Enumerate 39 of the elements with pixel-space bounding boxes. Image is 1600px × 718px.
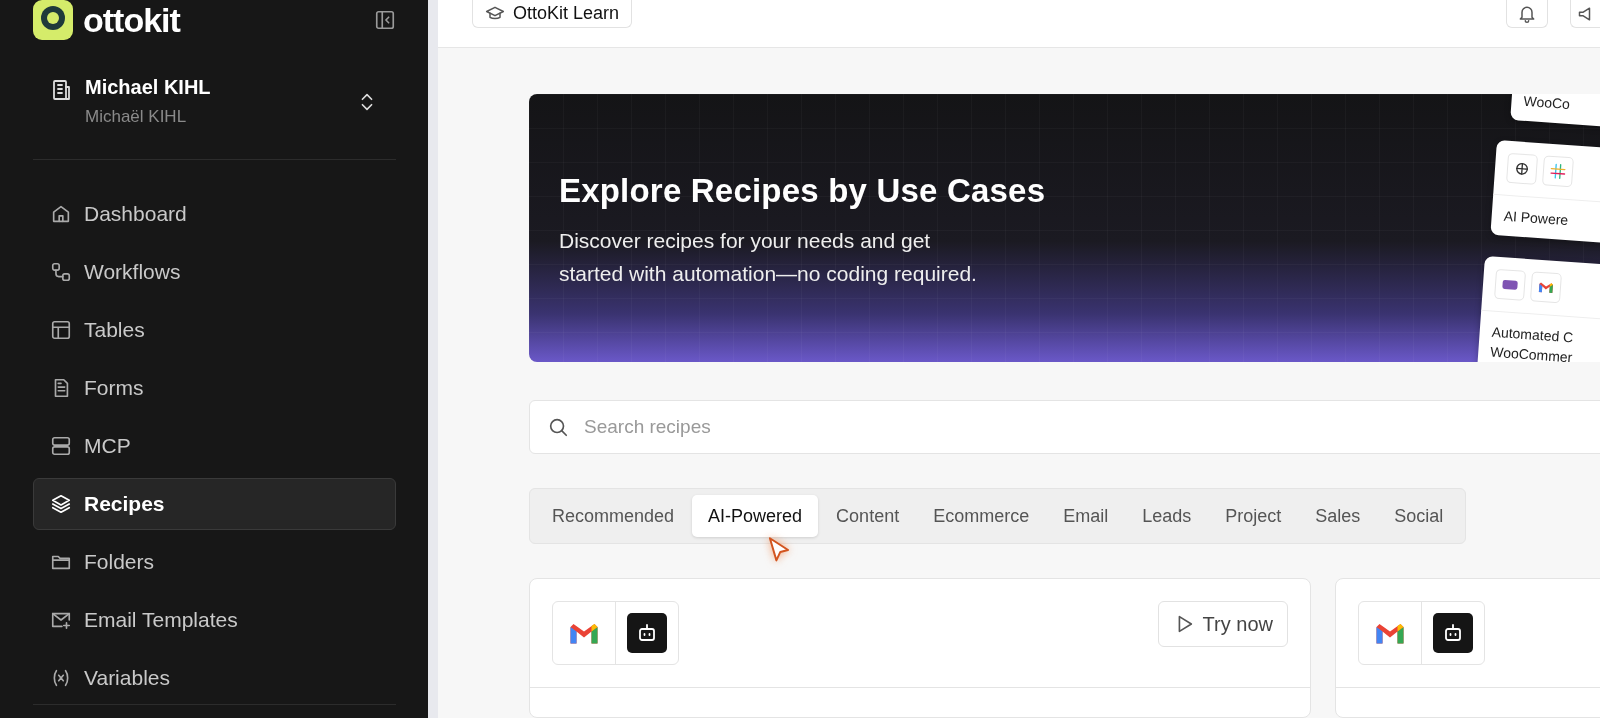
nav-item[interactable]: Dashboard xyxy=(33,188,396,240)
category-tab[interactable]: Social xyxy=(1378,495,1460,537)
category-tab[interactable]: Project xyxy=(1209,495,1298,537)
collapse-sidebar-button[interactable] xyxy=(374,9,396,31)
learn-button[interactable]: OttoKit Learn xyxy=(472,0,633,28)
category-tab[interactable]: Ecommerce xyxy=(917,495,1046,537)
nav-item[interactable]: Variables xyxy=(33,652,396,704)
preview-card-text: AI Powere xyxy=(1503,206,1570,231)
sidebar-icon xyxy=(374,9,396,31)
nav-item[interactable]: Tables xyxy=(33,304,396,356)
category-tab[interactable]: Leads xyxy=(1126,495,1208,537)
home-icon xyxy=(50,203,72,225)
category-tab[interactable]: Sales xyxy=(1299,495,1377,537)
category-tab[interactable]: Recommended xyxy=(536,495,691,537)
search-icon xyxy=(547,416,569,438)
search-field[interactable]: Search recipes xyxy=(529,400,1600,454)
layers-icon xyxy=(50,493,72,515)
nav-item[interactable]: Folders xyxy=(33,536,396,588)
category-tab[interactable]: Content xyxy=(820,495,916,537)
notifications-button[interactable] xyxy=(1506,0,1548,28)
try-now-button[interactable]: Try now xyxy=(1157,601,1288,647)
nav-item[interactable]: Email Templates xyxy=(33,594,396,646)
category-tab[interactable]: Email xyxy=(1047,495,1125,537)
nav-item[interactable]: Workflows xyxy=(33,246,396,298)
nav-item[interactable]: Recipes xyxy=(33,478,396,530)
announcements-button[interactable] xyxy=(1570,0,1600,28)
server-icon xyxy=(50,435,72,457)
logo-icon xyxy=(33,0,73,40)
nodes-icon xyxy=(50,261,72,283)
preview-card-text: WooCo xyxy=(1522,94,1572,114)
brand-name: ottokit xyxy=(83,0,180,40)
workspace-name: Michael KIHL xyxy=(85,76,212,99)
hero-title: Explore Recipes by Use Cases xyxy=(559,172,1047,210)
hashtag-icon xyxy=(1548,161,1568,181)
nav-item[interactable]: MCP xyxy=(33,420,396,472)
nav-item[interactable]: Forms xyxy=(33,362,396,414)
hero-description: Discover recipes for your needs and get started with automation—no coding required. xyxy=(559,228,978,287)
table-icon xyxy=(50,319,72,341)
workspace-subname: Michaël KIHL xyxy=(85,107,188,127)
